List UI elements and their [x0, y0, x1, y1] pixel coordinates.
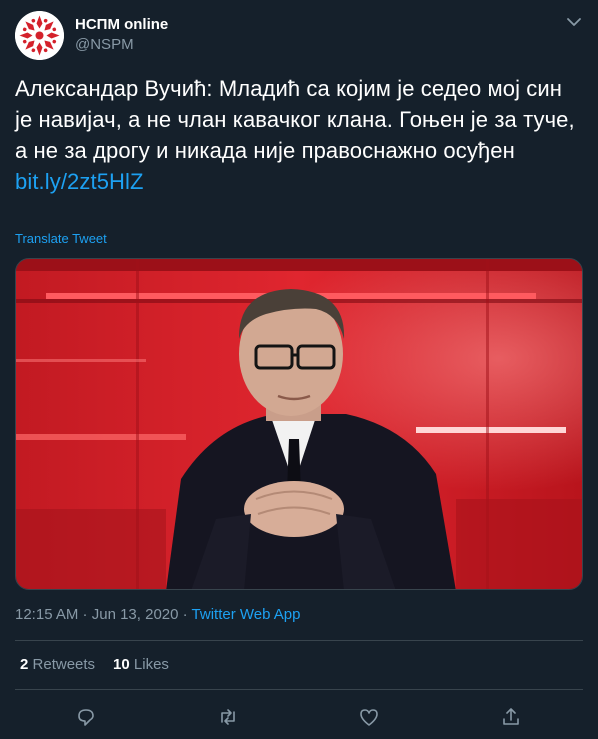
tweet-meta: 12:15 AM · Jun 13, 2020 · Twitter Web Ap…: [15, 606, 301, 623]
tweet-time[interactable]: 12:15 AM: [15, 606, 78, 623]
chevron-down-icon[interactable]: [565, 13, 583, 31]
tweet-body: Александар Вучић: Младић са којим је сед…: [15, 73, 585, 197]
likes-label: Likes: [133, 656, 169, 673]
tweet-link[interactable]: bit.ly/2zt5HlZ: [15, 166, 585, 197]
retweets-label: Retweets: [32, 656, 96, 673]
translate-tweet-link[interactable]: Translate Tweet: [15, 231, 107, 246]
account-name[interactable]: НСПМ online: [75, 16, 168, 33]
reply-icon[interactable]: [71, 702, 101, 732]
tweet-actions: [15, 702, 583, 732]
share-icon[interactable]: [496, 702, 526, 732]
tweet-date[interactable]: Jun 13, 2020: [92, 606, 179, 623]
tweet-header: НСПМ online @NSPM: [15, 11, 583, 60]
account-handle[interactable]: @NSPM: [75, 36, 134, 53]
likes-stat[interactable]: 10 Likes: [113, 656, 169, 673]
tweet-text: Александар Вучић: Младић са којим је сед…: [15, 76, 575, 163]
divider: [15, 640, 583, 641]
meta-separator: ·: [78, 606, 92, 623]
likes-count: 10: [113, 656, 130, 673]
retweets-stat[interactable]: 2 Retweets: [20, 656, 95, 673]
divider: [15, 689, 583, 690]
tweet-source[interactable]: Twitter Web App: [192, 606, 301, 623]
nspm-logo-icon[interactable]: [15, 11, 64, 60]
meta-separator: ·: [178, 606, 192, 623]
tweet-photo[interactable]: [15, 258, 583, 590]
like-icon[interactable]: [354, 702, 384, 732]
tweet-stats: 2 Retweets 10 Likes: [20, 656, 169, 673]
retweet-icon[interactable]: [213, 702, 243, 732]
retweets-count: 2: [20, 656, 29, 673]
